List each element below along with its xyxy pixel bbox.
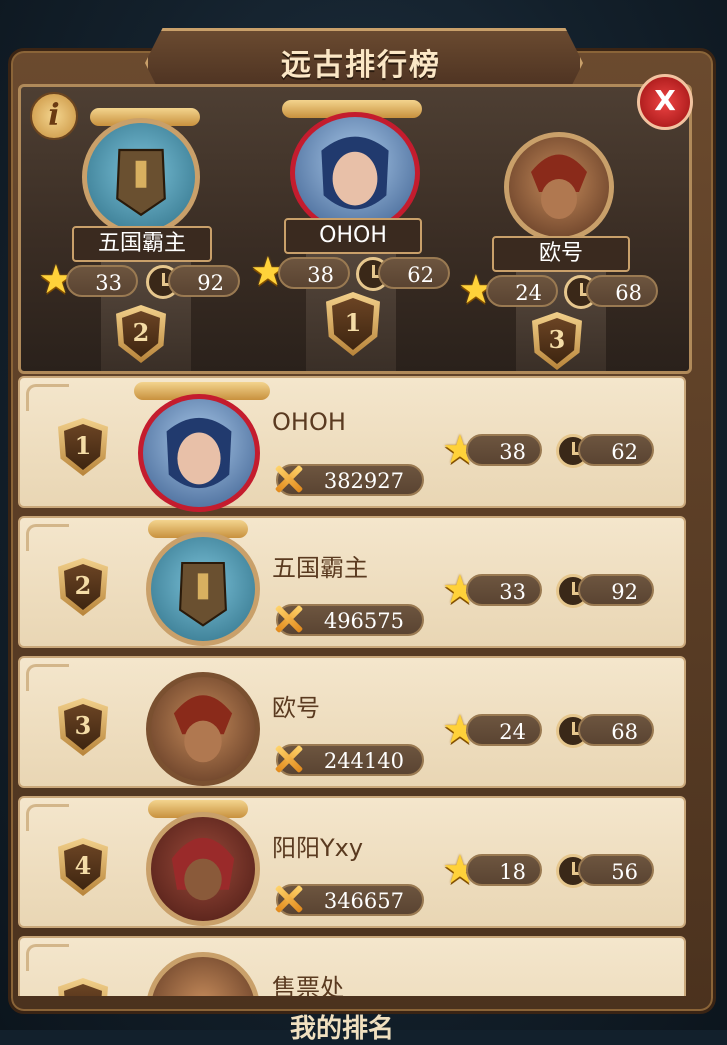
close-icon[interactable]: X xyxy=(637,74,693,130)
row-ornament xyxy=(26,664,69,691)
table-row[interactable]: 3 欧号 244140 ★ 24 68 xyxy=(18,656,686,788)
avatar[interactable] xyxy=(290,112,420,234)
row-ornament xyxy=(26,804,69,831)
podium-time-2: 92 xyxy=(168,265,240,297)
player-name: 阳阳Yxy xyxy=(272,834,364,862)
podium-stars-1: 38 xyxy=(278,257,350,289)
table-row[interactable]: 售票处 xyxy=(18,936,686,996)
stars-value: 24 xyxy=(466,714,542,746)
podium-time-1: 62 xyxy=(378,257,450,289)
podium-name-3: 欧号 xyxy=(492,236,630,272)
crossed-swords-icon xyxy=(274,884,304,914)
avatar[interactable] xyxy=(138,394,260,512)
rank-badge-label xyxy=(64,984,102,996)
rank-badge xyxy=(58,978,108,996)
row-ornament xyxy=(26,384,69,411)
time-value: 92 xyxy=(578,574,654,606)
rank-badge: 2 xyxy=(58,558,108,616)
rank-badge-label: 3 xyxy=(538,318,576,364)
crossed-swords-icon xyxy=(274,744,304,774)
avatar[interactable] xyxy=(146,812,260,926)
avatar[interactable] xyxy=(146,952,260,996)
crossed-swords-icon xyxy=(274,464,304,494)
table-row[interactable]: 1 OHOH 382927 ★ 38 62 xyxy=(18,376,686,512)
avatar[interactable] xyxy=(146,532,260,646)
podium-time-3: 68 xyxy=(586,275,658,307)
player-name: 五国霸主 xyxy=(272,554,368,582)
time-value: 68 xyxy=(578,714,654,746)
player-name: OHOH xyxy=(272,408,346,436)
info-icon[interactable]: i xyxy=(30,92,78,140)
time-value: 62 xyxy=(578,434,654,466)
player-name: 售票处 xyxy=(272,974,344,996)
table-row[interactable]: 2 五国霸主 496575 ★ 33 92 xyxy=(18,516,686,648)
crossed-swords-icon xyxy=(274,604,304,634)
page-title: 远古排行榜 xyxy=(281,48,441,83)
rank-badge-label: 4 xyxy=(64,844,102,890)
rank-badge-label: 2 xyxy=(122,311,160,357)
rank-badge-label: 1 xyxy=(332,298,374,350)
rank-badge-label: 1 xyxy=(64,424,102,470)
avatar[interactable] xyxy=(504,132,614,242)
podium-name-1: OHOH xyxy=(284,218,422,254)
stars-value: 38 xyxy=(466,434,542,466)
rank-badge: 4 xyxy=(58,838,108,896)
my-rank-label[interactable]: 我的排名 xyxy=(290,1008,394,1045)
podium-stars-2: 33 xyxy=(66,265,138,297)
podium-name-2: 五国霸主 xyxy=(72,226,212,262)
rank-badge-label: 3 xyxy=(64,704,102,750)
table-row[interactable]: 4 阳阳Yxy 346657 ★ 18 56 xyxy=(18,796,686,928)
row-ornament xyxy=(26,944,69,971)
avatar[interactable] xyxy=(146,672,260,786)
podium-stars-3: 24 xyxy=(486,275,558,307)
rank-badge: 3 xyxy=(58,698,108,756)
time-value: 56 xyxy=(578,854,654,886)
stars-value: 33 xyxy=(466,574,542,606)
player-name: 欧号 xyxy=(272,694,320,722)
rank-badge-label: 2 xyxy=(64,564,102,610)
rank-badge: 1 xyxy=(58,418,108,476)
stars-value: 18 xyxy=(466,854,542,886)
avatar[interactable] xyxy=(82,118,200,236)
row-clip: 售票处 xyxy=(0,936,727,996)
row-ornament xyxy=(26,524,69,551)
